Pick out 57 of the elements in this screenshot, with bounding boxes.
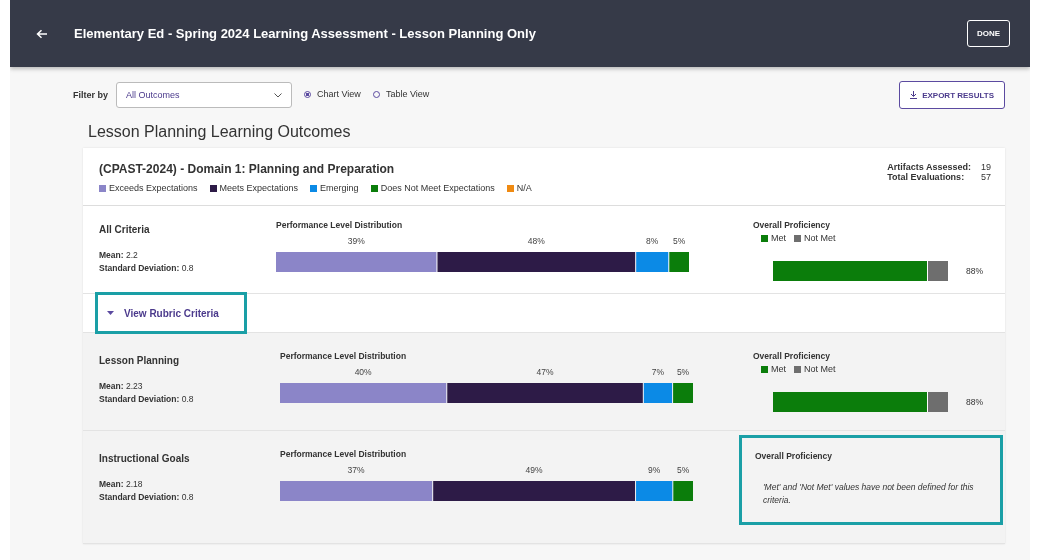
- view-rubric-criteria-link[interactable]: View Rubric Criteria: [95, 292, 247, 334]
- percent-label: 48%: [527, 236, 545, 246]
- percent-label: 39%: [347, 236, 365, 246]
- chart-title: Performance Level Distribution: [280, 449, 408, 459]
- section-heading: Lesson Planning Learning Outcomes: [88, 123, 352, 141]
- download-icon: [910, 91, 918, 99]
- legend-label: Not Met: [804, 233, 836, 243]
- stat-value: 19: [981, 162, 991, 172]
- domain-title: (CPAST-2024) - Domain 1: Planning and Preparation: [99, 162, 396, 176]
- deviation-text: Standard Deviation: 0.8: [99, 262, 195, 275]
- legend-label: Met: [771, 364, 786, 374]
- proficiency-title: Overall Proficiency: [753, 220, 831, 230]
- percent-label: 40%: [354, 367, 372, 377]
- mean-text: Mean: 2.2: [99, 249, 139, 262]
- legend-label: Does Not Meet Expectations: [380, 183, 495, 193]
- criterion-name: All Criteria: [99, 224, 151, 235]
- stat-value: 57: [981, 172, 991, 182]
- criterion-name: Instructional Goals: [99, 453, 191, 464]
- chart-title: Performance Level Distribution: [276, 220, 404, 230]
- percent-label: 7%: [651, 367, 665, 377]
- export-results-button[interactable]: EXPORT RESULTS: [899, 81, 1005, 109]
- legend-label: Met: [771, 233, 786, 243]
- legend-label: N/A: [516, 183, 532, 193]
- percent-label: 5%: [673, 236, 686, 246]
- back-arrow-icon[interactable]: [36, 28, 48, 39]
- filter-dropdown[interactable]: All Outcomes: [116, 82, 292, 108]
- view-radio[interactable]: Table View: [372, 89, 430, 99]
- percent-label: 9%: [648, 465, 661, 475]
- percent-label: 5%: [676, 367, 690, 377]
- proficiency-percent: 88%: [966, 266, 983, 276]
- proficiency-title: Overall Proficiency: [753, 351, 831, 361]
- mean-text: Mean: 2.23: [99, 380, 144, 393]
- criterion-name: Lesson Planning: [99, 355, 180, 366]
- deviation-text: Standard Deviation: 0.8: [99, 491, 195, 504]
- chevron-down-icon: [274, 92, 282, 98]
- caret-icon: [107, 311, 114, 315]
- note-text: 'Met' and 'Not Met' values have not been defined for this criteria.: [763, 481, 975, 507]
- deviation-text: Standard Deviation: 0.8: [99, 393, 195, 406]
- percent-label: 47%: [536, 367, 554, 377]
- percent-label: 37%: [347, 465, 365, 475]
- stat-label: Artifacts Assessed:: [887, 162, 971, 172]
- stat-label: Total Evaluations:: [887, 172, 966, 182]
- legend-label: Exceeds Expectations: [109, 183, 198, 193]
- done-button[interactable]: DONE: [966, 20, 1010, 47]
- proficiency-title: Overall Proficiency: [755, 451, 833, 461]
- view-radio[interactable]: Chart View: [304, 89, 361, 99]
- percent-label: 5%: [677, 465, 690, 475]
- filter-label: Filter by: [73, 90, 108, 100]
- legend-label: Emerging: [320, 183, 359, 193]
- percent-label: 8%: [646, 236, 659, 246]
- mean-text: Mean: 2.18: [99, 478, 144, 491]
- legend-label: Not Met: [804, 364, 836, 374]
- proficiency-percent: 88%: [966, 397, 983, 407]
- chart-title: Performance Level Distribution: [280, 351, 408, 361]
- legend-label: Meets Expectations: [219, 183, 299, 193]
- page-title: Elementary Ed - Spring 2024 Learning Assessment - Lesson Planning Only: [74, 26, 537, 41]
- percent-label: 49%: [525, 465, 543, 475]
